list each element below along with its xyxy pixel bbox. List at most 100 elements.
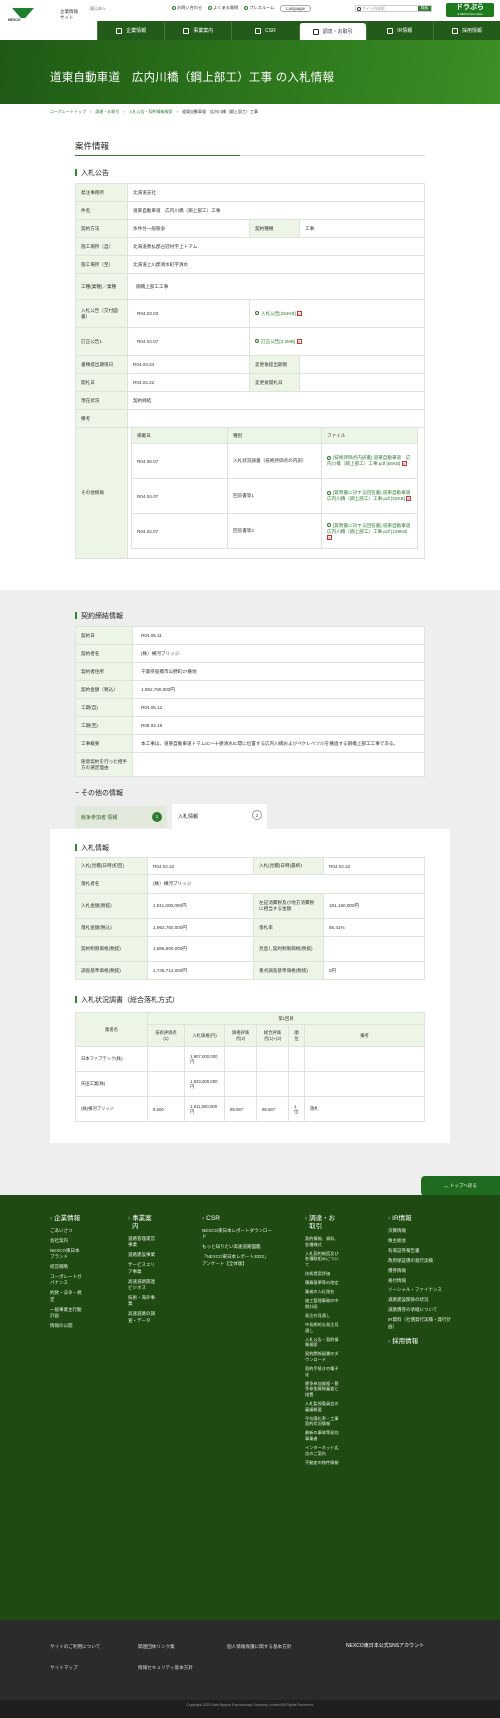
value: 1,992,760,000円 [147,918,254,937]
status-heading: 入札状況調書（総合落札方式） [75,995,179,1005]
footer-link[interactable]: サイトマップ [50,1665,78,1671]
footer-link[interactable]: 最新の事故等発効事業者 [305,1430,341,1441]
footer-link[interactable]: 情報セキュリティ基本方針 [138,1665,193,1671]
footer-link[interactable]: 有価証券報告書 [388,1248,452,1254]
footer-link[interactable]: 契約情報、資料、各種様式 [305,1236,341,1247]
gnav-recruit[interactable]: 採用情報 [432,21,500,40]
gnav-csr[interactable]: CSR [231,21,298,40]
footer-heading[interactable]: CSR [202,1215,272,1223]
footer-link[interactable]: サイトのご利用について [50,1644,100,1650]
file-link[interactable]: [質問書に対する回答書] 道東自動車道 広内川橋（鋼上部工）工事.pdf [53… [321,478,418,514]
footer-link[interactable]: 平均落札率・工事契約状況情報 [305,1416,341,1427]
back-to-top-button[interactable]: ︿ トップへ戻る [421,1176,500,1196]
east-japan-link[interactable]: 東日本へ [90,6,106,12]
footer-heading[interactable]: 調達・お取引 [305,1215,341,1231]
table-cell: 日本ファブテック(株) [75,1046,148,1072]
footer-link[interactable]: ごあいさつ [50,1228,82,1234]
footer-link[interactable]: もっと知りたい高速道路図鑑 [202,1244,272,1250]
faq-link[interactable]: よくある質問 [208,5,238,12]
value [299,355,425,374]
table-cell: 98.587 [256,1096,289,1122]
footer-heading[interactable]: IR情報 [388,1215,452,1223]
footer-link[interactable]: 関連団体リンク集 [138,1644,175,1650]
footer-link[interactable]: 経営戦略 [50,1264,82,1270]
value [127,409,425,428]
correct-file-link[interactable]: 訂正公告[3.2MB] P [249,327,425,356]
value: 本工事は、道東自動車道トマムIC～十勝清水IC間に位置する広内川橋およびペケレベ… [132,734,425,753]
footer-link[interactable]: 約款・法令・規定 [50,1290,82,1303]
footer-link[interactable]: 不動産の物件情報 [305,1460,341,1466]
footer-link[interactable]: 契約関係図書のダウンロード [305,1351,341,1362]
gnav-corporate[interactable]: 企業情報 [97,21,164,40]
footer-link[interactable]: IR資料（社債発行実績・発行計画） [388,1317,452,1330]
footer-link[interactable]: 高速道路の調査・データ [128,1311,158,1324]
nexco-logo[interactable]: NEXCO [8,8,38,22]
table-cell: 1位 [288,1096,305,1122]
gnav-business[interactable]: 事業案内 [164,21,231,40]
press-link[interactable]: プレスルーム [244,5,274,12]
download-icon [255,311,259,315]
footer-link[interactable]: 技術・海外事業 [128,1295,158,1308]
footer-link[interactable]: 中長期的な発注見通し [305,1322,341,1333]
footer-link[interactable]: 決算情報 [388,1228,452,1234]
footer-link[interactable]: ソーシャル・ファイナンス [388,1287,452,1293]
breadcrumb-item[interactable]: コーポレートトップ [50,109,86,115]
file-link[interactable]: [質問書に対する回答書] 道東自動車道 広内川橋（鋼上部工）工事.pdf [10… [321,513,418,549]
footer-link[interactable]: 株主総会 [388,1238,452,1244]
footer-link[interactable]: サービスエリア事業 [128,1262,158,1275]
footer-link[interactable]: 道路建設事業 [128,1252,158,1258]
contact-link[interactable]: お問い合わせ [172,5,202,12]
footer-link[interactable]: 高速道路関連ビジネス [128,1279,158,1292]
footer-link[interactable]: 入札監視委員会の審議概要 [305,1401,341,1412]
sns-link[interactable]: NEXCO東日本公式SNSアカウント [346,1642,424,1649]
value: 道東自動車道 広内川橋（鋼上部工）工事 [127,201,425,220]
footer-link[interactable]: インターネット広告のご案内 [305,1445,341,1456]
file-link[interactable]: [技術評価点内訳書] 道東自動車道 広内川橋（鋼上部工）工事.pdf [56KB… [321,443,418,479]
pdf-icon: P [401,461,407,466]
footer-link[interactable]: 「NEXCO東日本レポート2022」アンケート【全体版】 [202,1254,272,1267]
corp-site-title: 企業情報 サイト [60,9,78,20]
drapla-banner[interactable]: ドラぷら E-NEXCO Drive Plaza [446,3,494,17]
footer-link[interactable]: 入札公告・契約情報検索 [305,1337,341,1348]
footer-link[interactable]: 施工管理事務の中期計画 [305,1298,341,1309]
gnav-ir[interactable]: IR情報 [365,21,433,40]
footer-link[interactable]: 積算基準等の改定 [305,1280,341,1286]
footer-link[interactable]: 債券情報 [388,1268,452,1274]
breadcrumb-item[interactable]: 入札公告・契約情報検索 [129,109,173,115]
footer-link[interactable]: 会社案内 [50,1238,82,1244]
tab-bid-info[interactable]: 入札情報 2 [172,804,267,829]
label: 施工場所（自） [75,237,128,256]
footer-heading[interactable]: 採用情報 [388,1338,452,1346]
footer-link[interactable]: 道路建設関係の状況 [388,1297,452,1303]
footer-heading[interactable]: 事業案内 [128,1215,158,1231]
footer-link[interactable]: 個人情報保護に関する基本方針 [227,1644,291,1650]
language-select[interactable]: Language [280,5,311,12]
footer-link[interactable]: NEXCO東日本ブランド [50,1248,82,1261]
label: 施工場所（至） [75,255,128,274]
section-title: 案件情報 [75,141,110,151]
breadcrumb-current: 道東自動車道 広内川橋（鋼上部工）工事 [182,109,259,114]
footer-link[interactable]: NEXCO東日本レポートダウンロード [202,1228,272,1241]
person-icon [451,27,458,34]
footer-link[interactable]: コーポレートガバナンス [50,1274,82,1287]
footer-link[interactable]: 競争参加資格・競争参加資格審査と措置 [305,1381,341,1398]
footer-link[interactable]: 政府保証債の発行実績 [388,1258,452,1264]
announce-file-link[interactable]: 入札公告[284KB] P [249,299,425,328]
footer-link[interactable]: 契約手続きの電子化 [305,1366,341,1377]
footer-link[interactable]: 情報の公開 [50,1323,82,1329]
footer-link[interactable]: 入札契約制度及び各種取組みについて [305,1251,341,1268]
footer-link[interactable]: 道路管理運営事業 [128,1236,158,1249]
footer-link[interactable]: 業者の入札指名 [305,1289,341,1295]
footer-link[interactable]: 発注の見通し [305,1313,341,1319]
label: 件名 [75,201,128,220]
breadcrumb-item[interactable]: 調達・お取引 [95,109,119,115]
gnav-procurement[interactable]: 調達・お取引 [298,23,366,40]
footer-link[interactable]: 一般事業主行動計画 [50,1307,82,1320]
footer-heading[interactable]: 企業情報 [50,1215,82,1223]
footer-link[interactable]: 道路債券の承継について [388,1307,452,1313]
footer-link[interactable]: 格付情報 [388,1278,452,1284]
footer-link[interactable]: 技術提案評価 [305,1271,341,1277]
search-button[interactable]: 検索 [418,6,431,11]
tab-participants[interactable]: 競争参加者 情報 1 [75,806,167,828]
page-title: 道東自動車道 広内川橋（鋼上部工）工事 の入札情報 [50,72,335,84]
